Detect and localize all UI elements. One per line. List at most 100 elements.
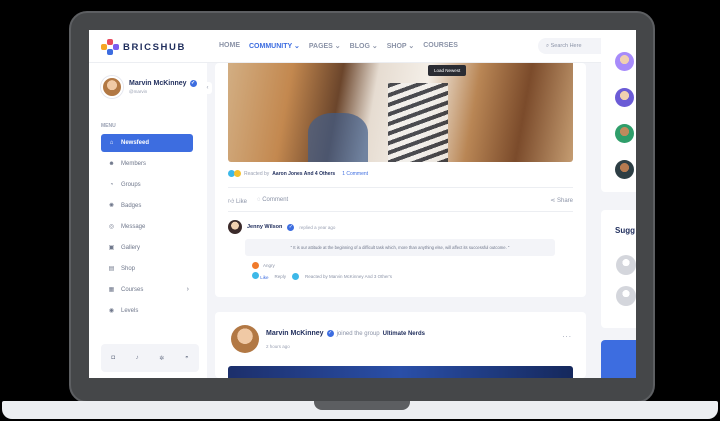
thumbs-up-icon: 👍︎ — [228, 199, 235, 205]
comment-like-label: Like — [260, 275, 269, 280]
logo-icon — [101, 39, 119, 55]
angry-reaction-icon — [252, 262, 259, 269]
sidebar-item-groups[interactable]: ◔ Groups — [101, 176, 193, 194]
share-label: Share — [556, 198, 573, 204]
badge-icon: ✺ — [108, 202, 115, 209]
post-author[interactable]: Marvin McKinney — [266, 330, 324, 337]
sidebar-item-label: Badges — [121, 203, 142, 209]
verified-icon: ✓ — [326, 330, 334, 337]
post-card: Marvin McKinney ✓ joined the group Ultim… — [215, 312, 586, 378]
search-placeholder: Search Here — [550, 43, 582, 49]
sidebar-item-label: Levels — [121, 308, 139, 314]
laptop-frame: BRICSHUB HOME COMMUNITY ⌄ PAGES ⌄ BLOG ⌄… — [0, 0, 720, 421]
bell-icon[interactable]: ♪ — [136, 355, 139, 361]
nav-pages[interactable]: PAGES ⌄ — [309, 42, 341, 50]
comment-count[interactable]: 1 Comment — [342, 171, 368, 177]
sidebar-item-members[interactable]: ☻ Members — [101, 155, 193, 173]
like-reaction-icon — [252, 272, 259, 279]
verified-icon: ✓ — [287, 223, 295, 231]
brand-name: BRICSHUB — [123, 41, 186, 53]
menu-label: MENU — [101, 123, 116, 129]
top-navbar: BRICSHUB HOME COMMUNITY ⌄ PAGES ⌄ BLOG ⌄… — [89, 30, 636, 63]
comment-header: Jenny Wilson ✓ replied a year ago — [228, 220, 335, 234]
avatar[interactable] — [615, 160, 634, 179]
sidebar-item-message[interactable]: ◎ Message — [101, 218, 193, 236]
comment-reacted-by[interactable]: Reacted by Marvin McKinney And 3 Other's — [305, 274, 392, 279]
comment-like-button[interactable]: Like — [252, 272, 269, 280]
comment-icon: ◌ — [256, 197, 261, 203]
gallery-icon: ▣ — [108, 244, 115, 251]
users-icon: ☻ — [108, 160, 115, 167]
avatar[interactable] — [615, 124, 634, 143]
post-action-text: joined the group — [336, 330, 380, 337]
avatar — [101, 76, 123, 98]
suggestions-title: Sugg — [615, 226, 635, 235]
avatar[interactable] — [615, 52, 634, 71]
sidebar-item-label: Message — [121, 224, 146, 230]
sidebar-item-label: Newsfeed — [121, 140, 150, 146]
main-nav: HOME COMMUNITY ⌄ PAGES ⌄ BLOG ⌄ SHOP ⌄ C… — [219, 42, 458, 50]
comment-time: replied a year ago — [299, 224, 336, 230]
comment-reaction: Angry — [252, 262, 275, 269]
verified-icon: ✓ — [189, 80, 197, 87]
more-options-button[interactable]: ... — [562, 330, 572, 339]
comment-label: Comment — [262, 197, 289, 203]
chevron-right-icon: › — [186, 286, 189, 293]
profile-summary[interactable]: Marvin McKinney ✓ @marvin — [101, 76, 197, 98]
sidebar-item-gallery[interactable]: ▣ Gallery — [101, 239, 193, 257]
sidebar-item-courses[interactable]: ▦ Courses › — [101, 281, 193, 299]
promo-card[interactable] — [601, 340, 636, 378]
nav-shop-label: SHOP — [386, 43, 407, 50]
sidebar-item-label: Shop — [121, 266, 136, 272]
avatar[interactable] — [616, 286, 636, 306]
nav-shop[interactable]: SHOP ⌄ — [387, 42, 415, 50]
share-button[interactable]: ⋖ Share — [550, 197, 573, 205]
nav-home[interactable]: HOME — [219, 42, 240, 50]
like-button[interactable]: 👍︎ Like — [228, 197, 247, 205]
screen: BRICSHUB HOME COMMUNITY ⌄ PAGES ⌄ BLOG ⌄… — [89, 30, 636, 378]
sidebar-item-shop[interactable]: ▤ Shop — [101, 260, 193, 278]
reactions-summary[interactable]: Reacted by Aaron Jones And 4 Others 1 Co… — [228, 170, 368, 177]
share-icon: ⋖ — [550, 198, 556, 204]
post-card: Load Newest Reacted by Aaron Jones And 4… — [215, 63, 586, 297]
post-image: Load Newest — [228, 63, 573, 162]
sidebar-item-label: Gallery — [121, 245, 141, 251]
like-label: Like — [235, 199, 247, 205]
bag-icon[interactable]: ◘ — [111, 355, 115, 361]
collapse-sidebar-button[interactable]: ‹ — [203, 82, 212, 94]
settings-icon[interactable]: ✲ — [159, 355, 164, 362]
nav-blog-label: BLOG — [349, 43, 370, 50]
sidebar: Marvin McKinney ✓ @marvin MENU ⌂ Newsfee… — [89, 63, 207, 378]
sidebar-item-levels[interactable]: ◉ Levels — [101, 302, 193, 320]
group-link[interactable]: Ultimate Nerds — [383, 331, 425, 337]
nav-community[interactable]: COMMUNITY ⌄ — [249, 42, 300, 50]
load-newest-button[interactable]: Load Newest — [428, 65, 467, 76]
profile-name: Marvin McKinney — [129, 80, 187, 87]
sidebar-item-newsfeed[interactable]: ⌂ Newsfeed — [101, 134, 193, 152]
avatar[interactable] — [616, 255, 636, 275]
smile-reaction-icon — [234, 170, 241, 177]
sidebar-item-label: Groups — [121, 182, 141, 188]
sidebar-menu: ⌂ Newsfeed ☻ Members ◔ Groups ✺ Badges ◎ — [101, 134, 193, 323]
divider — [228, 211, 573, 212]
reacted-prefix: Reacted by — [244, 170, 270, 177]
laptop-notch — [314, 401, 410, 410]
brand-logo[interactable]: BRICSHUB — [101, 39, 186, 55]
avatar[interactable] — [228, 220, 242, 234]
message-icon: ◎ — [108, 223, 115, 230]
reaction-label: Angry — [263, 263, 275, 268]
post-actions: 👍︎ Like ◌ Comment ⋖ Share — [228, 197, 573, 205]
sidebar-item-badges[interactable]: ✺ Badges — [101, 197, 193, 215]
nav-community-label: COMMUNITY — [249, 43, 293, 50]
avatar[interactable] — [231, 325, 259, 353]
chat-icon[interactable]: ◓ — [185, 355, 189, 361]
nav-courses[interactable]: COURSES — [423, 42, 458, 50]
comment-author[interactable]: Jenny Wilson — [247, 224, 282, 230]
sidebar-footer: ◘ ♪ ✲ ◓ — [101, 344, 199, 372]
avatar[interactable] — [615, 88, 634, 107]
reacted-names: Aaron Jones And 4 Others — [272, 170, 336, 177]
profile-handle: @marvin — [129, 89, 148, 94]
reply-button[interactable]: Reply — [275, 274, 287, 279]
nav-blog[interactable]: BLOG ⌄ — [350, 42, 378, 50]
comment-button[interactable]: ◌ Comment — [257, 197, 288, 205]
